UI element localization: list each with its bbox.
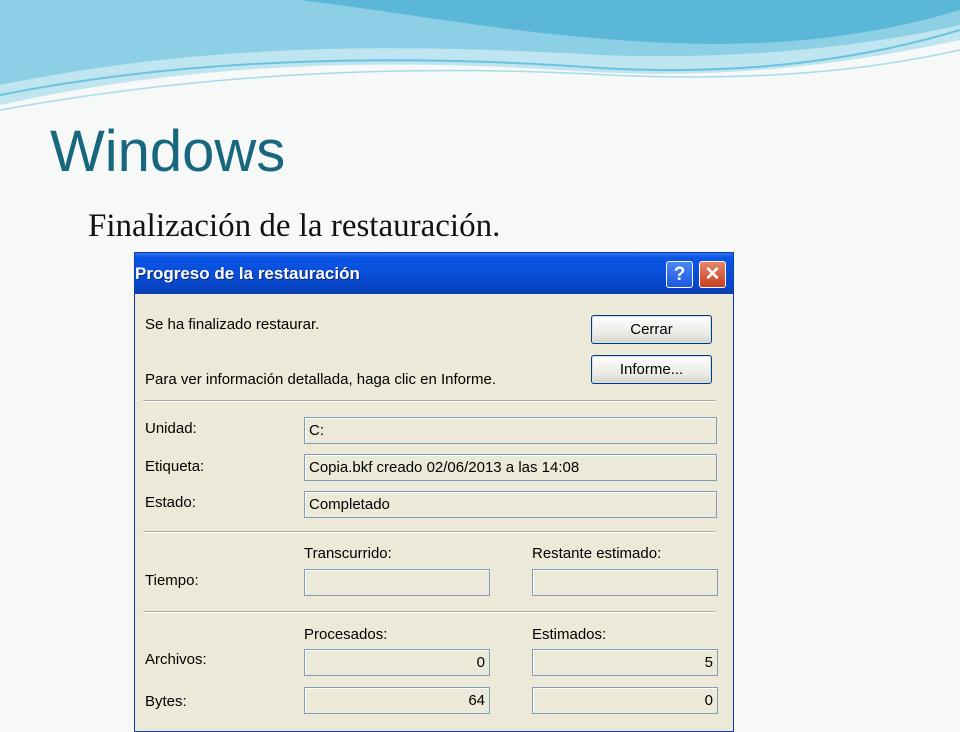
help-icon: ? <box>673 264 686 285</box>
restore-progress-dialog: Progreso de la restauración ? ✕ Se ha fi… <box>134 252 734 732</box>
files-processed-field: 0 <box>304 649 490 676</box>
close-button[interactable]: Cerrar <box>591 315 712 344</box>
dialog-titlebar[interactable]: Progreso de la restauración ? ✕ <box>135 253 733 294</box>
bytes-label: Bytes: <box>145 693 187 710</box>
slide-title: Windows <box>50 119 286 184</box>
status-label: Estado: <box>145 494 196 511</box>
elapsed-field <box>304 569 490 596</box>
separator <box>143 531 715 533</box>
close-icon: ✕ <box>704 264 721 285</box>
info-text: Para ver información detallada, haga cli… <box>145 371 497 388</box>
tag-label: Etiqueta: <box>145 458 205 475</box>
decorative-wave-banner <box>0 0 960 111</box>
drive-label: Unidad: <box>145 420 197 437</box>
estimated-header: Estimados: <box>532 626 607 643</box>
elapsed-header: Transcurrido: <box>304 545 392 562</box>
separator <box>143 400 715 402</box>
tag-field: Copia.bkf creado 02/06/2013 a las 14:08 <box>304 454 717 481</box>
files-estimated-field: 5 <box>532 649 718 676</box>
remaining-header: Restante estimado: <box>532 545 662 562</box>
report-button[interactable]: Informe... <box>591 355 712 384</box>
help-button[interactable]: ? <box>666 261 693 288</box>
time-label: Tiempo: <box>145 572 199 589</box>
dialog-title: Progreso de la restauración <box>135 264 360 283</box>
completion-message: Se ha finalizado restaurar. <box>145 316 320 333</box>
bytes-processed-field: 64 <box>304 687 490 714</box>
status-field: Completado <box>304 491 717 518</box>
bytes-estimated-field: 0 <box>532 687 718 714</box>
processed-header: Procesados: <box>304 626 388 643</box>
close-window-button[interactable]: ✕ <box>699 261 726 288</box>
slide-subtitle: Finalización de la restauración. <box>88 208 501 244</box>
drive-field: C: <box>304 417 717 444</box>
files-label: Archivos: <box>145 651 207 668</box>
remaining-field <box>532 569 718 596</box>
separator <box>143 611 715 613</box>
